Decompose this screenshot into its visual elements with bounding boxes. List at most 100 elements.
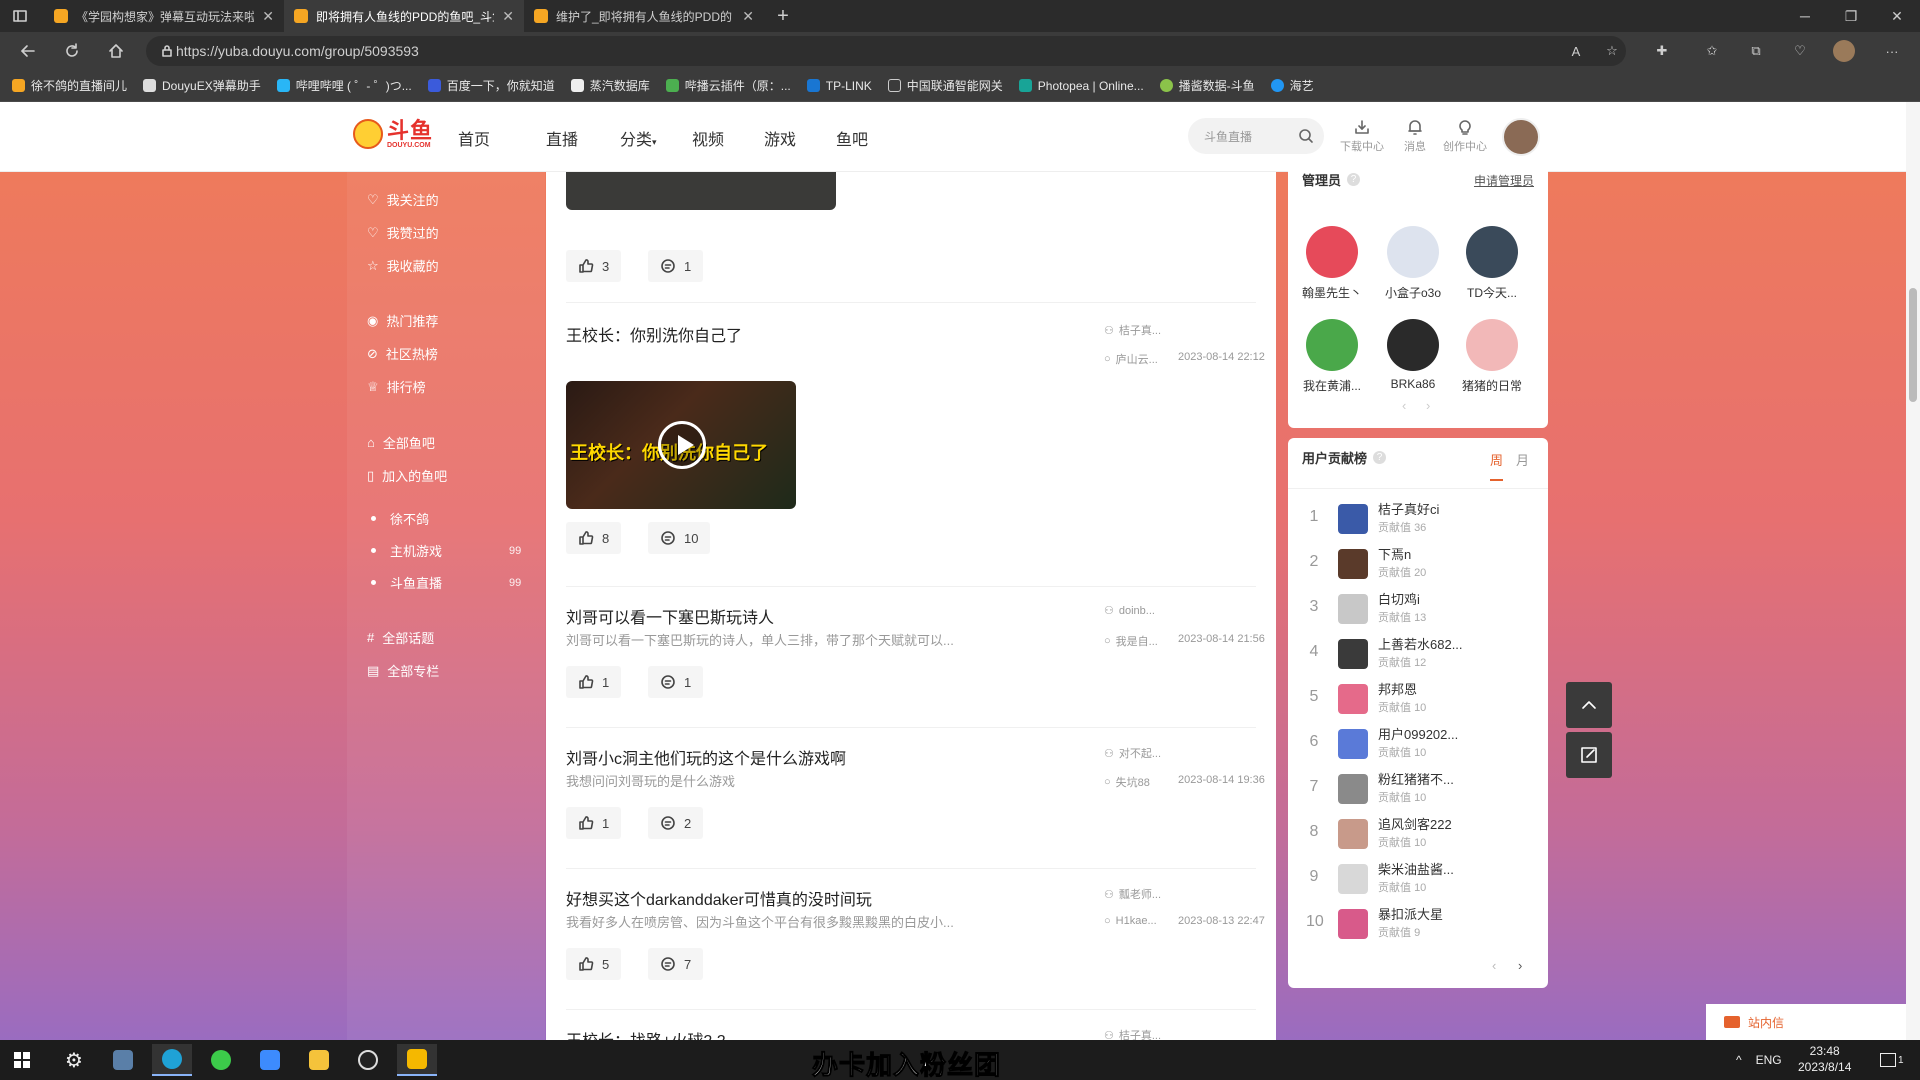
like-button[interactable]: 8 [566,522,622,554]
back-to-top-button[interactable] [1566,682,1612,728]
restore-button[interactable]: ❐ [1828,0,1874,32]
admins-next-icon[interactable]: › [1426,398,1430,413]
bookmark-item[interactable]: 海艺 [1270,77,1314,94]
post-title[interactable]: 刘哥小c洞主他们玩的这个是什么游戏啊 [566,745,846,769]
post-last-reply[interactable]: ○ 庐山云... [1104,351,1158,367]
rank-row[interactable]: 8 追风剑客222 贡献值 10 [1288,813,1548,858]
rank-row[interactable]: 9 柴米油盐酱... 贡献值 10 [1288,858,1548,903]
admins-prev-icon[interactable]: ‹ [1402,398,1406,413]
taskbar-clock[interactable]: 23:48 2023/8/14 [1798,1043,1851,1075]
rank-row[interactable]: 4 上善若水682... 贡献值 12 [1288,633,1548,678]
bookmark-item[interactable]: TP-LINK [806,79,872,93]
help-icon[interactable]: ? [1373,451,1387,464]
taskbar-explorer[interactable] [299,1044,339,1076]
sidebar-item-all-groups[interactable]: ⌂ 全部鱼吧 [367,433,435,452]
douyu-logo[interactable]: 斗鱼 DOUYU.COM [353,119,433,149]
scrollbar-thumb[interactable] [1909,288,1917,402]
tab-close-icon[interactable]: ✕ [742,8,754,25]
creator-center-button[interactable]: 创作中心 [1440,118,1490,154]
rank-row[interactable]: 10 暴扣派大星 贡献值 9 [1288,903,1548,948]
post-author[interactable]: ⚇ 对不起... [1104,745,1161,761]
bookmark-item[interactable]: 徐不鸽的直播间儿 [12,77,127,94]
bookmark-item[interactable]: 蒸汽数据库 [570,77,650,94]
sidebar-item-hot[interactable]: ◉ 热门推荐 [367,311,438,330]
sidebar-item-collected[interactable]: ☆ 我收藏的 [367,256,439,275]
new-post-button[interactable] [1566,732,1612,778]
feed-post[interactable]: 王校长：找路+火球2.2 ⚇ 桔子真... [566,1027,1256,1041]
feed-post[interactable]: 3 1 [566,172,1256,282]
download-center-button[interactable]: 下载中心 [1337,118,1387,154]
rank-row[interactable]: 3 白切鸡i 贡献值 13 [1288,588,1548,633]
tab-close-icon[interactable]: ✕ [262,8,274,25]
tab-close-icon[interactable]: ✕ [502,8,514,25]
browser-tab-list-button[interactable] [0,0,40,32]
tab-week[interactable]: 周 [1490,450,1504,481]
feed-post[interactable]: 刘哥可以看一下塞巴斯玩诗人 刘哥可以看一下塞巴斯玩的诗人，单人三排，带了那个天赋… [566,604,1265,724]
user-avatar[interactable] [1502,118,1540,156]
nav-yuba[interactable]: 鱼吧 [836,126,896,150]
post-video[interactable]: 王校长：你别洗你自己了 [566,381,796,509]
comment-button[interactable]: 1 [648,666,704,698]
taskbar-app-bird[interactable] [250,1044,290,1076]
nav-home[interactable]: 首页 [458,126,546,150]
bookmark-item[interactable]: DouyuEX弹幕助手 [143,77,261,94]
bookmark-item[interactable]: 哔哩哔哩 ( ゜- ゜)つ... [276,77,412,94]
taskbar-settings[interactable]: ⚙ [54,1044,94,1076]
language-indicator[interactable]: ENG [1756,1053,1782,1067]
rank-row[interactable]: 1 桔子真好ci 贡献值 36 [1288,498,1548,543]
nav-category[interactable]: 分类▾ [620,126,692,150]
nav-live[interactable]: 直播 [546,126,620,150]
rank-row[interactable]: 2 下焉n 贡献值 20 [1288,543,1548,588]
rank-row[interactable]: 5 邦邦恩 贡献值 10 [1288,678,1548,723]
taskbar-calculator[interactable] [103,1044,143,1076]
start-button[interactable] [2,1044,42,1076]
admin-item[interactable]: 我在黄浦... [1292,319,1372,394]
messages-button[interactable]: 消息 [1390,118,1440,154]
post-last-reply[interactable]: ○ H1kae... [1104,915,1157,927]
admin-item[interactable]: 翰墨先生丶 [1292,226,1372,301]
notification-center-button[interactable]: 1 [1880,1040,1904,1080]
minimize-button[interactable]: ─ [1782,0,1828,32]
tab-month[interactable]: 月 [1516,450,1529,469]
comment-button[interactable]: 7 [648,948,704,980]
nav-game[interactable]: 游戏 [764,126,836,150]
bookmark-item[interactable]: 中国联通智能网关 [887,77,1003,94]
read-aloud-button[interactable]: A [1558,32,1594,70]
play-icon[interactable] [658,421,706,469]
post-author[interactable]: ⚇ 桔子真... [1104,1027,1161,1041]
sidebar-joined-group[interactable]: 徐不鸽 [367,509,429,528]
comment-button[interactable]: 2 [648,807,704,839]
post-title[interactable]: 王校长：你别洗你自己了 [566,322,742,346]
home-button[interactable] [98,32,134,70]
sidebar-item-liked[interactable]: ♡ 我赞过的 [367,223,439,242]
rank-next-icon[interactable]: › [1518,958,1522,973]
sidebar-item-all-topics[interactable]: # 全部话题 [367,628,434,647]
close-window-button[interactable]: ✕ [1874,0,1920,32]
taskbar-douyu[interactable] [397,1044,437,1076]
sidebar-item-community-hot[interactable]: ⊘ 社区热榜 [367,344,438,363]
inbox-button[interactable]: 站内信 [1706,1004,1920,1040]
browser-tab-3[interactable]: 维护了_即将拥有人鱼线的PDD的 ✕ [524,0,764,32]
sidebar-item-joined-groups[interactable]: ▯ 加入的鱼吧 [367,466,447,485]
admin-item[interactable]: 小盒子o3o [1373,226,1453,301]
feed-post[interactable]: 好想买这个darkanddaker可惜真的没时间玩 我看好多人在喷房管、因为斗鱼… [566,886,1265,1006]
profile-button[interactable] [1826,32,1862,70]
help-icon[interactable]: ? [1347,173,1361,186]
nav-video[interactable]: 视频 [692,126,764,150]
like-button[interactable]: 1 [566,807,622,839]
bookmark-item[interactable]: 哔播云插件（原：... [665,77,791,94]
tray-expand-icon[interactable]: ^ [1736,1053,1742,1067]
new-tab-button[interactable]: + [768,0,798,32]
post-author[interactable]: ⚇ doinb... [1104,604,1155,618]
apply-admin-link[interactable]: 申请管理员 [1474,172,1534,189]
extensions-button[interactable]: ✚ [1644,32,1680,70]
admin-item[interactable]: TD今天... [1452,226,1532,301]
admin-item[interactable]: BRKa86 [1373,319,1453,391]
site-search-input[interactable]: 斗鱼直播 [1188,118,1324,154]
rank-row[interactable]: 7 粉红猪猪不... 贡献值 10 [1288,768,1548,813]
bookmark-item[interactable]: 百度一下，你就知道 [427,77,555,94]
bookmark-item[interactable]: Photopea | Online... [1018,79,1144,93]
post-image[interactable] [566,172,836,210]
like-button[interactable]: 3 [566,250,622,282]
back-button[interactable] [10,32,46,70]
